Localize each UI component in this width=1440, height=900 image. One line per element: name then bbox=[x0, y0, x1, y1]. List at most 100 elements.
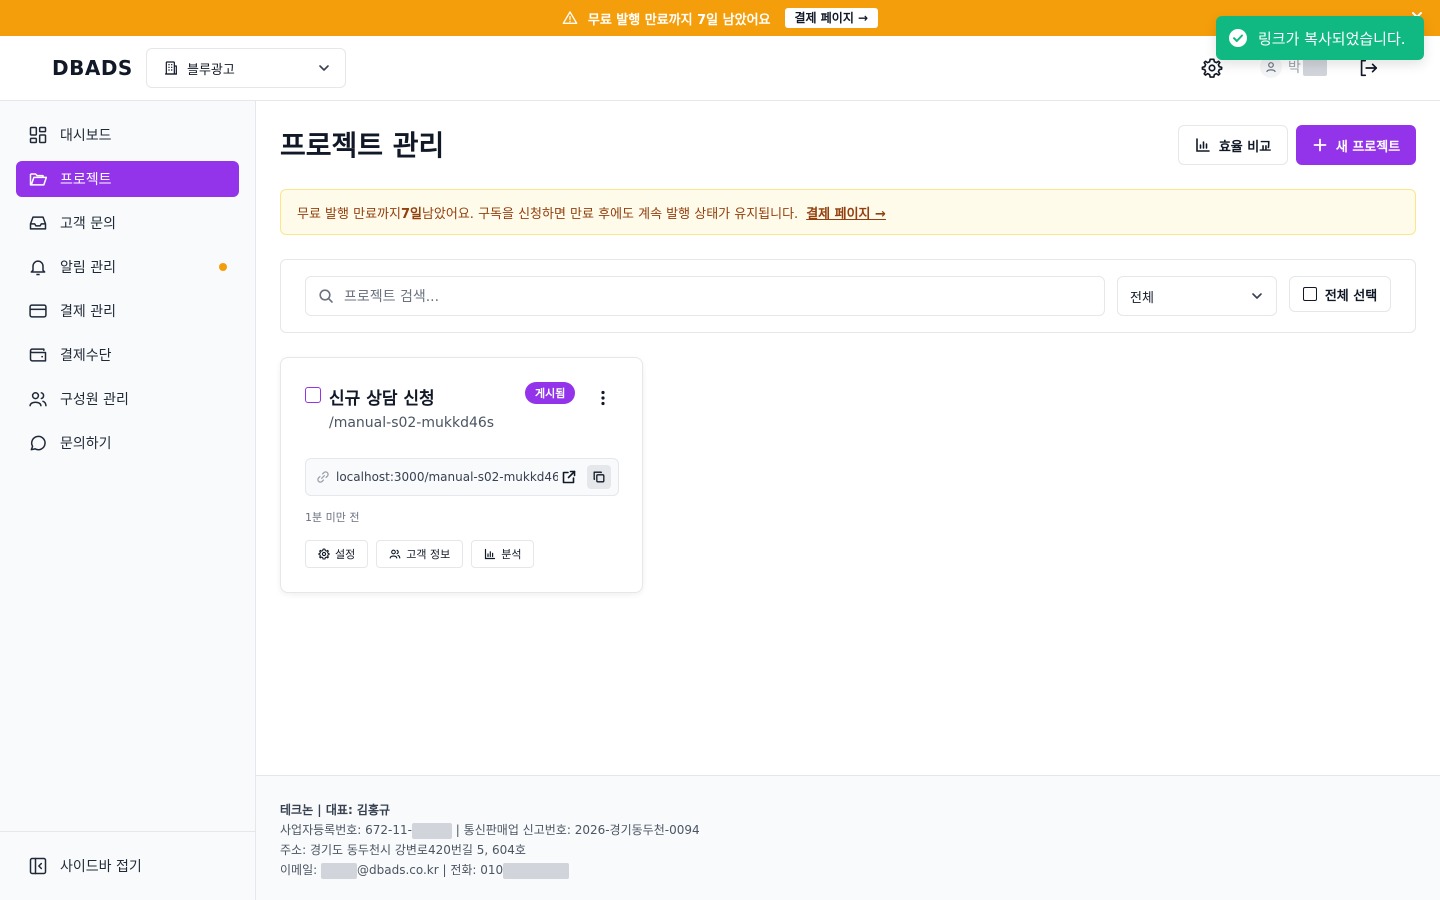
footer-contact-line: 이메일: @dbads.co.kr | 전화: 010 bbox=[280, 860, 700, 880]
filter-bar: 프로젝트 검색... 전체 전체 선택 bbox=[280, 259, 1416, 333]
status-badge: 게시됨 bbox=[525, 382, 576, 404]
chat-icon bbox=[30, 435, 46, 451]
sidebar-item-billing[interactable]: 결제 관리 bbox=[16, 293, 239, 329]
select-all-label: 전체 선택 bbox=[1324, 288, 1378, 304]
redacted-value bbox=[503, 862, 570, 879]
sidebar-item-dashboard[interactable]: 대시보드 bbox=[16, 117, 239, 153]
sidebar-item-label: 프로젝트 bbox=[60, 172, 112, 188]
compare-button[interactable]: 효율 비교 bbox=[1178, 125, 1288, 165]
project-checkbox[interactable] bbox=[305, 387, 321, 403]
sidebar-item-label: 구성원 관리 bbox=[60, 392, 129, 408]
footer-company: 테크논 | 대표: 김홍규 bbox=[280, 803, 391, 817]
sidebar-item-inquiries[interactable]: 고객 문의 bbox=[16, 205, 239, 241]
notice-prefix: 무료 발행 만료까지 bbox=[297, 206, 401, 222]
sidebar-item-payment-methods[interactable]: 결제수단 bbox=[16, 337, 239, 373]
sidebar-item-label: 결제수단 bbox=[60, 348, 112, 364]
sidebar-item-label: 문의하기 bbox=[60, 436, 112, 452]
page-title: 프로젝트 관리 bbox=[280, 129, 445, 162]
updated-time: 1분 미만 전 bbox=[305, 511, 360, 524]
warning-icon bbox=[562, 11, 578, 24]
redacted-value bbox=[411, 822, 452, 839]
building-icon bbox=[165, 61, 177, 75]
notice-suffix: 남았어요. 구독을 신청하면 만료 후에도 계속 발행 상태가 유지됩니다. bbox=[421, 206, 799, 222]
grid-icon bbox=[29, 126, 47, 144]
search-input[interactable]: 프로젝트 검색... bbox=[305, 276, 1105, 316]
org-selector[interactable]: 블루광고 bbox=[146, 48, 346, 88]
user-name: 박 bbox=[1288, 60, 1301, 76]
expiry-notice: 무료 발행 만료까지 7일 남았어요. 구독을 신청하면 만료 후에도 계속 발… bbox=[280, 189, 1416, 235]
project-slug: /manual-s02-mukkd46s bbox=[329, 415, 495, 431]
copy-icon bbox=[593, 471, 605, 483]
sidebar-item-label: 대시보드 bbox=[60, 128, 112, 144]
redacted-name bbox=[1302, 58, 1327, 76]
bell-icon bbox=[30, 260, 46, 276]
sidebar-item-label: 결제 관리 bbox=[60, 304, 116, 320]
footer-info: 테크논 | 대표: 김홍규 사업자등록번호: 672-11- | 통신판매업 신… bbox=[280, 800, 700, 880]
panel-collapse-icon bbox=[29, 857, 47, 875]
users-icon bbox=[29, 392, 47, 407]
folder-icon bbox=[29, 173, 48, 186]
gear-icon bbox=[318, 548, 330, 560]
footer-email-prefix: 이메일: bbox=[280, 863, 321, 877]
link-icon bbox=[317, 471, 329, 483]
search-icon bbox=[319, 289, 333, 303]
project-title[interactable]: 신규 상담 신청 bbox=[329, 384, 435, 409]
analytics-label: 분석 bbox=[501, 548, 522, 561]
redacted-value bbox=[320, 862, 357, 879]
logo[interactable]: DBADS bbox=[52, 56, 133, 80]
project-card: 신규 상담 신청 게시됨 /manual-s02-mukkd46s localh… bbox=[280, 357, 643, 593]
user-icon bbox=[1266, 62, 1276, 73]
copy-toast: 링크가 복사되었습니다. bbox=[1216, 16, 1424, 60]
project-url: localhost:3000/manual-s02-mukkd46s bbox=[336, 470, 558, 484]
sidebar-item-notifications[interactable]: 알림 관리 bbox=[16, 249, 239, 285]
search-placeholder: 프로젝트 검색... bbox=[344, 289, 440, 305]
chevron-down-icon bbox=[319, 65, 329, 71]
card-actions: 설정 고객 정보 분석 bbox=[305, 540, 535, 568]
logout-icon[interactable] bbox=[1357, 57, 1379, 79]
compare-label: 효율 비교 bbox=[1218, 139, 1272, 155]
status-filter-select[interactable]: 전체 bbox=[1117, 276, 1277, 316]
sidebar-footer: 사이드바 접기 bbox=[0, 831, 255, 900]
footer-biz-prefix: 사업자등록번호: 672-11- bbox=[280, 823, 412, 837]
credit-card-icon bbox=[29, 304, 47, 318]
bar-chart-icon bbox=[485, 548, 496, 560]
footer-business-line: 사업자등록번호: 672-11- | 통신판매업 신고번호: 2026-경기동두… bbox=[280, 820, 700, 840]
collapse-label: 사이드바 접기 bbox=[60, 859, 142, 875]
wallet-icon bbox=[29, 348, 47, 362]
org-name: 블루광고 bbox=[187, 62, 235, 78]
collapse-sidebar-button[interactable]: 사이드바 접기 bbox=[28, 856, 142, 876]
footer: 테크논 | 대표: 김홍규 사업자등록번호: 672-11- | 통신판매업 신… bbox=[256, 775, 1440, 900]
footer-email-suffix: @dbads.co.kr | 전화: 010 bbox=[356, 863, 504, 877]
plus-icon bbox=[1313, 138, 1327, 152]
copy-link-button[interactable] bbox=[587, 465, 611, 489]
settings-button[interactable]: 설정 bbox=[305, 540, 369, 568]
bar-chart-icon bbox=[1196, 138, 1210, 152]
banner-message: 무료 발행 만료까지 7일 남았어요 bbox=[587, 12, 771, 28]
users-icon bbox=[389, 549, 401, 559]
notice-pay-link[interactable]: 결제 페이지 → bbox=[806, 203, 886, 222]
external-link-icon[interactable] bbox=[561, 469, 577, 485]
select-all-checkbox bbox=[1302, 287, 1317, 301]
sidebar-item-contact[interactable]: 문의하기 bbox=[16, 425, 239, 461]
notification-dot bbox=[219, 263, 227, 271]
analytics-button[interactable]: 분석 bbox=[471, 540, 535, 568]
banner-pay-button[interactable]: 결제 페이지 → bbox=[784, 8, 879, 28]
sidebar-item-label: 고객 문의 bbox=[60, 216, 116, 232]
more-vertical-icon[interactable] bbox=[593, 388, 613, 408]
customer-info-label: 고객 정보 bbox=[406, 548, 451, 561]
gear-icon[interactable] bbox=[1201, 57, 1223, 79]
status-filter-value: 전체 bbox=[1130, 290, 1154, 306]
chevron-down-icon bbox=[1252, 293, 1262, 299]
toast-message: 링크가 복사되었습니다. bbox=[1258, 29, 1406, 48]
inbox-icon bbox=[29, 216, 47, 230]
footer-biz-suffix: | 통신판매업 신고번호: 2026-경기동두천-0094 bbox=[451, 823, 700, 837]
new-project-button[interactable]: 새 프로젝트 bbox=[1296, 125, 1416, 165]
settings-label: 설정 bbox=[335, 548, 356, 561]
project-url-box: localhost:3000/manual-s02-mukkd46s bbox=[305, 458, 619, 496]
sidebar-item-members[interactable]: 구성원 관리 bbox=[16, 381, 239, 417]
sidebar-item-projects[interactable]: 프로젝트 bbox=[16, 161, 239, 197]
select-all-button[interactable]: 전체 선택 bbox=[1289, 276, 1391, 312]
new-project-label: 새 프로젝트 bbox=[1335, 139, 1401, 155]
sidebar-item-label: 알림 관리 bbox=[60, 260, 116, 276]
customer-info-button[interactable]: 고객 정보 bbox=[376, 540, 464, 568]
